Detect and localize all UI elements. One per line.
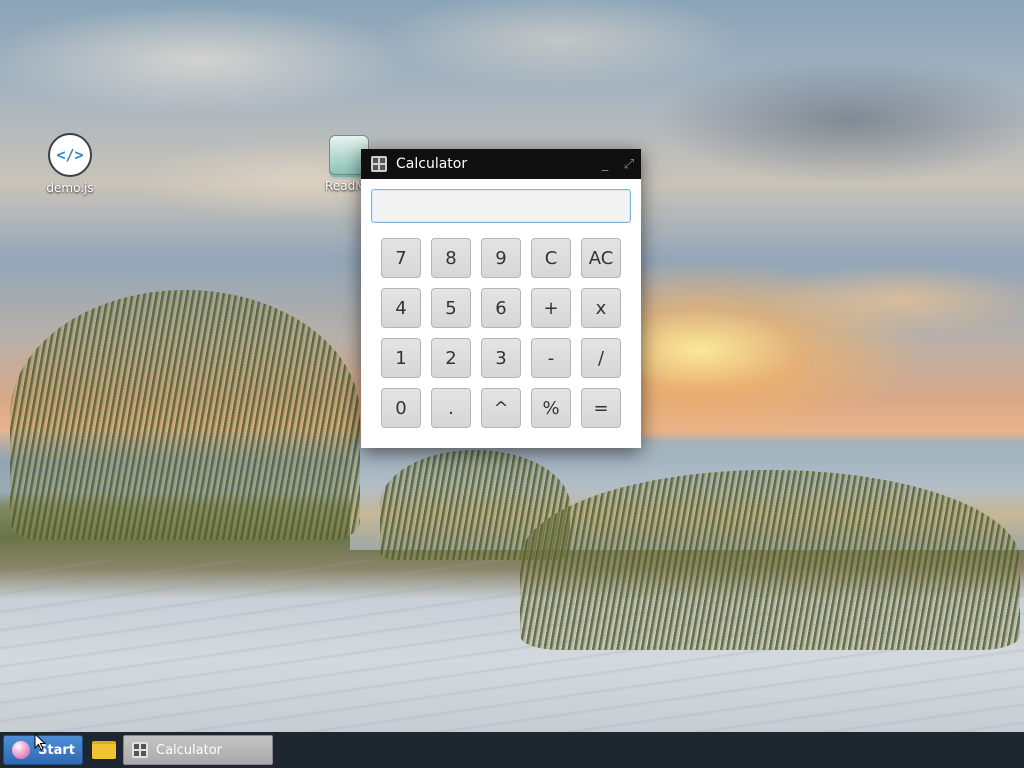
key-6[interactable]: 6 <box>481 288 521 328</box>
minimize-button[interactable]: _ <box>593 149 617 179</box>
window-title: Calculator <box>396 156 468 172</box>
wallpaper-grass <box>10 290 360 540</box>
calculator-app-icon <box>371 156 387 172</box>
calculator-display[interactable] <box>371 189 631 223</box>
calculator-window: Calculator _ ⤢ 7 8 9 C AC 4 5 6 + x 1 2 … <box>361 149 641 448</box>
folder-icon <box>92 741 116 759</box>
key-4[interactable]: 4 <box>381 288 421 328</box>
calculator-app-icon <box>132 742 148 758</box>
key-7[interactable]: 7 <box>381 238 421 278</box>
key-equals[interactable]: = <box>581 388 621 428</box>
code-file-icon: </> <box>48 133 92 177</box>
key-percent[interactable]: % <box>531 388 571 428</box>
key-9[interactable]: 9 <box>481 238 521 278</box>
key-decimal[interactable]: . <box>431 388 471 428</box>
key-3[interactable]: 3 <box>481 338 521 378</box>
key-plus[interactable]: + <box>531 288 571 328</box>
key-5[interactable]: 5 <box>431 288 471 328</box>
desktop-icon-demo-js[interactable]: </> demo.js <box>35 133 105 195</box>
key-power[interactable]: ^ <box>481 388 521 428</box>
taskbar-item-label: Calculator <box>156 742 223 758</box>
key-8[interactable]: 8 <box>431 238 471 278</box>
file-manager-button[interactable] <box>89 735 119 765</box>
taskbar: Start Calculator <box>0 732 1024 768</box>
key-multiply[interactable]: x <box>581 288 621 328</box>
key-1[interactable]: 1 <box>381 338 421 378</box>
wallpaper-sea <box>350 440 1024 550</box>
key-all-clear[interactable]: AC <box>581 238 621 278</box>
key-clear[interactable]: C <box>531 238 571 278</box>
maximize-button[interactable]: ⤢ <box>617 149 641 179</box>
start-orb-icon <box>12 741 30 759</box>
key-0[interactable]: 0 <box>381 388 421 428</box>
key-divide[interactable]: / <box>581 338 621 378</box>
taskbar-item-calculator[interactable]: Calculator <box>123 735 273 765</box>
calculator-keypad: 7 8 9 C AC 4 5 6 + x 1 2 3 - / 0 . ^ % = <box>381 238 621 428</box>
calculator-titlebar[interactable]: Calculator _ ⤢ <box>361 149 641 179</box>
key-minus[interactable]: - <box>531 338 571 378</box>
mouse-pointer-icon <box>34 733 46 751</box>
desktop-icon-label: demo.js <box>46 181 94 195</box>
wallpaper-sand <box>0 560 1024 732</box>
key-2[interactable]: 2 <box>431 338 471 378</box>
